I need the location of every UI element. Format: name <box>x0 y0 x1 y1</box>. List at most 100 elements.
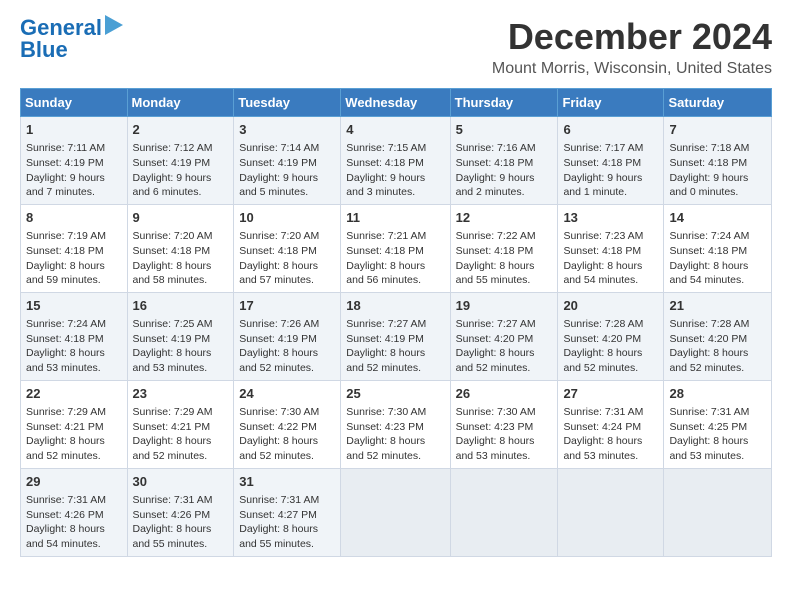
calendar-cell: 4 Sunrise: 7:15 AM Sunset: 4:18 PM Daylight… <box>341 117 450 205</box>
sunrise-text: Sunrise: 7:30 AM <box>456 406 536 418</box>
calendar-cell <box>450 468 558 556</box>
header-friday: Friday <box>558 89 664 117</box>
day-number: 5 <box>456 121 553 139</box>
calendar-cell: 12Sunrise: 7:22 AMSunset: 4:18 PMDayligh… <box>450 204 558 292</box>
day-number: 14 <box>669 209 766 227</box>
calendar-cell: 6Sunrise: 7:17 AMSunset: 4:18 PMDaylight… <box>558 117 664 205</box>
calendar-cell: 26Sunrise: 7:30 AMSunset: 4:23 PMDayligh… <box>450 380 558 468</box>
calendar-cell: 13Sunrise: 7:23 AMSunset: 4:18 PMDayligh… <box>558 204 664 292</box>
month-title: December 2024 <box>492 16 772 58</box>
day-number: 27 <box>563 385 658 403</box>
sunset-text: Sunset: 4:19 PM <box>239 333 317 345</box>
daylight-text: Daylight: 9 hours and 7 minutes. <box>26 172 105 199</box>
day-number: 25 <box>346 385 444 403</box>
sunrise-text: Sunrise: 7:30 AM <box>239 406 319 418</box>
sunset-text: Sunset: 4:18 PM <box>456 157 534 169</box>
sunset-text: Sunset: 4:22 PM <box>239 421 317 433</box>
sunrise-text: Sunrise: 7:12 AM <box>133 142 213 154</box>
sunset-text: Sunset: 4:18 PM <box>669 157 747 169</box>
location-title: Mount Morris, Wisconsin, United States <box>492 60 772 78</box>
calendar-cell: 17Sunrise: 7:26 AMSunset: 4:19 PMDayligh… <box>234 292 341 380</box>
daylight-text: Daylight: 8 hours and 59 minutes. <box>26 260 105 287</box>
daylight-text: Daylight: 8 hours and 52 minutes. <box>456 347 535 374</box>
sunrise-text: Sunrise: 7:26 AM <box>239 318 319 330</box>
sunset-text: Sunset: 4:27 PM <box>239 509 317 521</box>
sunset-text: Sunset: 4:20 PM <box>669 333 747 345</box>
sunrise-text: Sunrise: 7:28 AM <box>669 318 749 330</box>
daylight-text: Daylight: 8 hours and 57 minutes. <box>239 260 318 287</box>
calendar-cell: 5Sunrise: 7:16 AMSunset: 4:18 PMDaylight… <box>450 117 558 205</box>
daylight-text: Daylight: 8 hours and 55 minutes. <box>456 260 535 287</box>
daylight-text: Daylight: 8 hours and 54 minutes. <box>669 260 748 287</box>
day-number: 13 <box>563 209 658 227</box>
daylight-text: Daylight: 9 hours and 3 minutes. <box>346 172 425 199</box>
daylight-text: Daylight: 8 hours and 53 minutes. <box>133 347 212 374</box>
calendar-cell: 23Sunrise: 7:29 AMSunset: 4:21 PMDayligh… <box>127 380 234 468</box>
daylight-text: Daylight: 8 hours and 55 minutes. <box>239 523 318 550</box>
calendar-cell: 27Sunrise: 7:31 AMSunset: 4:24 PMDayligh… <box>558 380 664 468</box>
sunrise-text: Sunrise: 7:16 AM <box>456 142 536 154</box>
daylight-text: Daylight: 8 hours and 52 minutes. <box>26 435 105 462</box>
day-number: 20 <box>563 297 658 315</box>
calendar-week-row: 1Sunrise: 7:11 AMSunset: 4:19 PMDaylight… <box>21 117 772 205</box>
sunrise-text: Sunrise: 7:21 AM <box>346 230 426 242</box>
day-number: 4 <box>346 121 444 139</box>
daylight-text: Daylight: 8 hours and 53 minutes. <box>26 347 105 374</box>
sunrise-text: Sunrise: 7:17 AM <box>563 142 643 154</box>
daylight-text: Daylight: 8 hours and 58 minutes. <box>133 260 212 287</box>
sunrise-text: Sunrise: 7:15 AM <box>346 142 426 154</box>
calendar-cell <box>558 468 664 556</box>
sunset-text: Sunset: 4:24 PM <box>563 421 641 433</box>
logo-blue-text: Blue <box>20 37 68 62</box>
calendar-table: SundayMondayTuesdayWednesdayThursdayFrid… <box>20 88 772 557</box>
sunrise-text: Sunrise: 7:25 AM <box>133 318 213 330</box>
sunset-text: Sunset: 4:18 PM <box>563 245 641 257</box>
sunset-text: Sunset: 4:26 PM <box>133 509 211 521</box>
sunrise-text: Sunrise: 7:20 AM <box>239 230 319 242</box>
daylight-text: Daylight: 8 hours and 52 minutes. <box>239 347 318 374</box>
day-number: 30 <box>133 473 229 491</box>
calendar-cell: 9Sunrise: 7:20 AMSunset: 4:18 PMDaylight… <box>127 204 234 292</box>
sunset-text: Sunset: 4:18 PM <box>346 157 424 169</box>
sunset-text: Sunset: 4:18 PM <box>239 245 317 257</box>
sunrise-text: Sunrise: 7:23 AM <box>563 230 643 242</box>
calendar-cell: 18Sunrise: 7:27 AMSunset: 4:19 PMDayligh… <box>341 292 450 380</box>
sunrise-text: Sunrise: 7:30 AM <box>346 406 426 418</box>
sunrise-text: Sunrise: 7:31 AM <box>133 494 213 506</box>
sunset-text: Sunset: 4:23 PM <box>456 421 534 433</box>
header-monday: Monday <box>127 89 234 117</box>
day-number: 21 <box>669 297 766 315</box>
sunset-text: Sunset: 4:18 PM <box>456 245 534 257</box>
header-sunday: Sunday <box>21 89 128 117</box>
sunset-text: Sunset: 4:19 PM <box>239 157 317 169</box>
calendar-cell: 24Sunrise: 7:30 AMSunset: 4:22 PMDayligh… <box>234 380 341 468</box>
calendar-week-row: 22Sunrise: 7:29 AMSunset: 4:21 PMDayligh… <box>21 380 772 468</box>
calendar-week-row: 15Sunrise: 7:24 AMSunset: 4:18 PMDayligh… <box>21 292 772 380</box>
day-number: 9 <box>133 209 229 227</box>
day-number: 22 <box>26 385 122 403</box>
sunrise-text: Sunrise: 7:24 AM <box>669 230 749 242</box>
sunset-text: Sunset: 4:18 PM <box>346 245 424 257</box>
calendar-week-row: 8Sunrise: 7:19 AMSunset: 4:18 PMDaylight… <box>21 204 772 292</box>
daylight-text: Daylight: 8 hours and 53 minutes. <box>456 435 535 462</box>
header-wednesday: Wednesday <box>341 89 450 117</box>
daylight-text: Daylight: 9 hours and 1 minute. <box>563 172 642 199</box>
calendar-cell: 16Sunrise: 7:25 AMSunset: 4:19 PMDayligh… <box>127 292 234 380</box>
calendar-cell: 3Sunrise: 7:14 AMSunset: 4:19 PMDaylight… <box>234 117 341 205</box>
sunrise-text: Sunrise: 7:14 AM <box>239 142 319 154</box>
day-number: 10 <box>239 209 335 227</box>
calendar-cell: 2Sunrise: 7:12 AMSunset: 4:19 PMDaylight… <box>127 117 234 205</box>
calendar-cell: 8Sunrise: 7:19 AMSunset: 4:18 PMDaylight… <box>21 204 128 292</box>
calendar-cell: 14Sunrise: 7:24 AMSunset: 4:18 PMDayligh… <box>664 204 772 292</box>
calendar-cell: 11Sunrise: 7:21 AMSunset: 4:18 PMDayligh… <box>341 204 450 292</box>
calendar-cell: 29Sunrise: 7:31 AMSunset: 4:26 PMDayligh… <box>21 468 128 556</box>
daylight-text: Daylight: 8 hours and 52 minutes. <box>669 347 748 374</box>
sunset-text: Sunset: 4:20 PM <box>563 333 641 345</box>
sunset-text: Sunset: 4:25 PM <box>669 421 747 433</box>
daylight-text: Daylight: 8 hours and 53 minutes. <box>563 435 642 462</box>
sunset-text: Sunset: 4:19 PM <box>133 333 211 345</box>
day-number: 28 <box>669 385 766 403</box>
day-number: 8 <box>26 209 122 227</box>
day-number: 11 <box>346 209 444 227</box>
sunrise-text: Sunrise: 7:11 AM <box>26 142 105 154</box>
